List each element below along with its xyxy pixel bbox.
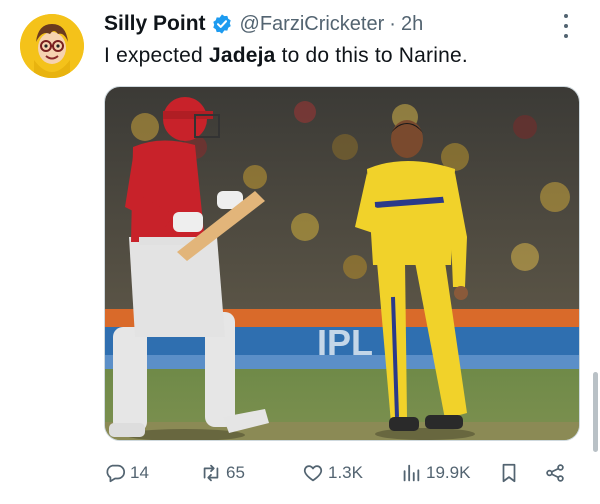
tweet-media-image[interactable]: IPL bbox=[104, 86, 580, 441]
reply-icon bbox=[106, 464, 126, 483]
bookmark-icon bbox=[502, 463, 516, 483]
separator-dot: · bbox=[389, 12, 396, 35]
tweet-actions-bar: 14 65 1.3K 19.9K bbox=[104, 460, 572, 486]
tweet-text-before: I expected bbox=[104, 44, 209, 67]
avatar[interactable] bbox=[20, 14, 84, 78]
tweet-header: Silly Point @FarziCricketer · 2h bbox=[104, 10, 560, 38]
tweet-text-after: to do this to Narine. bbox=[275, 44, 468, 67]
verified-badge-icon bbox=[212, 14, 231, 34]
reply-button[interactable]: 14 bbox=[104, 460, 149, 486]
retweet-icon bbox=[203, 464, 219, 482]
more-options-icon[interactable] bbox=[556, 14, 576, 38]
like-count: 1.3K bbox=[328, 463, 363, 482]
author-handle[interactable]: @FarziCricketer bbox=[240, 13, 385, 36]
author-name[interactable]: Silly Point bbox=[104, 12, 206, 36]
reply-count: 14 bbox=[130, 463, 149, 482]
banner-text: IPL bbox=[317, 322, 373, 363]
views-button[interactable]: 19.9K bbox=[400, 460, 470, 486]
tweet-time[interactable]: 2h bbox=[401, 13, 423, 36]
tweet-text: I expected Jadeja to do this to Narine. bbox=[104, 44, 468, 68]
retweet-count: 65 bbox=[226, 463, 245, 482]
views-count: 19.9K bbox=[426, 463, 471, 482]
bookmark-button[interactable] bbox=[498, 460, 524, 486]
cricket-photo: IPL bbox=[105, 87, 579, 440]
like-icon bbox=[303, 465, 323, 482]
share-icon bbox=[546, 464, 564, 482]
views-icon bbox=[403, 464, 420, 482]
retweet-button[interactable]: 65 bbox=[200, 460, 245, 486]
scrollbar[interactable] bbox=[593, 372, 598, 452]
avatar-cartoon-icon bbox=[20, 14, 84, 78]
share-button[interactable] bbox=[544, 460, 570, 486]
tweet-text-bold: Jadeja bbox=[208, 44, 276, 67]
like-button[interactable]: 1.3K bbox=[302, 460, 363, 486]
